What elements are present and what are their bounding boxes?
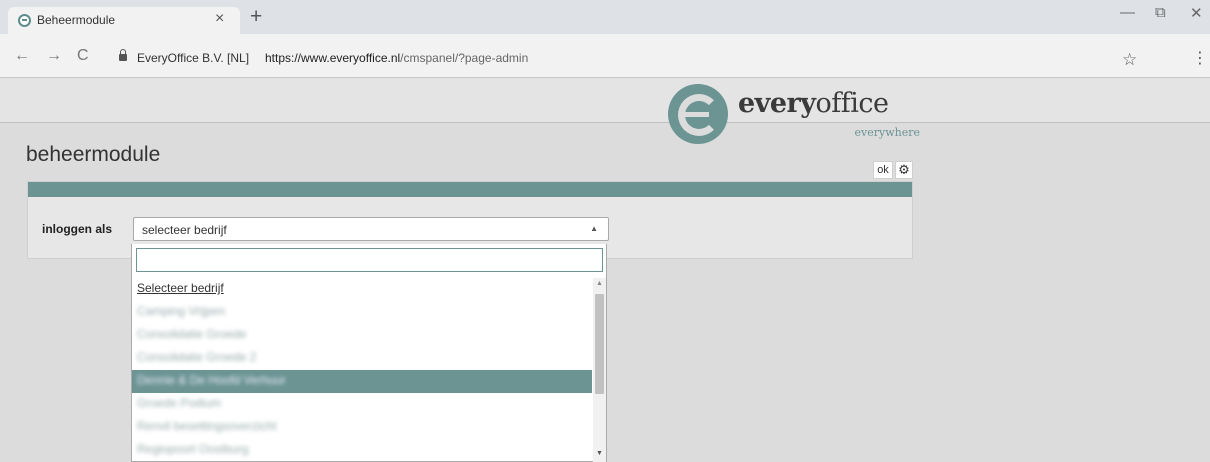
dropdown-option[interactable]: Dennie & De Hoofd Verhuur [132,370,592,393]
bookmark-star-icon[interactable]: ☆ [1122,50,1137,70]
company-select-value: selecteer bedrijf [142,223,227,237]
logo-tagline: everywhere [854,126,920,139]
gear-icon[interactable]: ⚙ [895,161,913,179]
dropdown-search-input[interactable] [136,248,603,272]
panel-header-bar [28,182,912,197]
tab-close-icon[interactable]: × [215,10,224,28]
browser-menu-icon[interactable]: ⋮ [1192,48,1208,68]
dropdown-option[interactable]: Renvil besettingsoverzicht [132,416,592,439]
dropdown-scrollbar[interactable]: ▲ ▼ [593,278,606,462]
scrollbar-thumb[interactable] [595,294,604,394]
dropdown-option-label: Consolidatie Groede [137,327,247,341]
logo-word-light: office [815,88,889,119]
site-identity: EveryOffice B.V. [NL] [137,51,250,65]
minimize-icon[interactable]: — [1120,4,1135,21]
url-text: https://www.everyoffice.nl/cmspanel/?pag… [265,51,528,65]
address-bar[interactable]: EveryOffice B.V. [NL] https://www.everyo… [105,44,1155,74]
url-path: /cmspanel/?page-admin [400,51,529,65]
page-title: beheermodule [26,143,161,166]
dropdown-option[interactable]: Regiopoort Oostburg [132,439,592,462]
forward-icon[interactable]: → [46,48,62,64]
dropdown-option-label: Groede Podium [137,396,222,410]
dropdown-option-label: Consolidatie Groede 2 [137,350,257,364]
page: everyoffice everywhere beheermodule ok ⚙… [0,78,1210,462]
close-window-icon[interactable]: ✕ [1190,4,1203,22]
dropdown-option-label: Selecteer bedrijf [137,281,224,295]
company-select[interactable]: selecteer bedrijf ▲ [133,217,609,241]
scroll-up-icon[interactable]: ▲ [596,280,603,287]
logo-wordmark: everyoffice [738,88,889,119]
lock-icon [119,49,127,61]
new-tab-button[interactable]: + [250,5,262,29]
dropdown-option-label: Regiopoort Oostburg [137,442,249,456]
restore-icon[interactable]: ⧉ [1155,4,1166,21]
browser-toolbar: ← → C EveryOffice B.V. [NL] https://www.… [0,34,1210,78]
dropdown-option[interactable]: Camping Vrijpen [132,301,592,324]
dropdown-option[interactable]: Consolidatie Groede [132,324,592,347]
dropdown-option-label: Renvil besettingsoverzicht [137,419,277,433]
login-as-label: inloggen als [42,222,113,236]
dropdown-option[interactable]: Consolidatie Groede 2 [132,347,592,370]
dropdown-option[interactable]: Selecteer bedrijf [132,278,592,301]
url-host: https://www.everyoffice.nl [265,51,401,65]
dropdown-list: Selecteer bedrijf Camping Vrijpen Consolid… [132,278,592,462]
tab-strip: Beheermodule × + — ⧉ ✕ [0,0,1210,34]
everyoffice-logo: everyoffice everywhere [668,84,928,154]
browser-tab[interactable]: Beheermodule × [8,7,240,34]
scroll-down-icon[interactable]: ▼ [596,450,603,457]
logo-e-icon [668,84,728,144]
dropdown-option-label: Camping Vrijpen [137,304,226,318]
caret-up-icon: ▲ [590,224,598,233]
back-icon[interactable]: ← [14,48,30,64]
ok-button[interactable]: ok [873,161,893,179]
reload-icon[interactable]: C [77,48,89,64]
dropdown-option-label: Dennie & De Hoofd Verhuur [137,373,286,387]
page-header [0,78,1210,123]
logo-word-bold: every [738,88,816,119]
dropdown-option[interactable]: Groede Podium [132,393,592,416]
company-dropdown: Selecteer bedrijf Camping Vrijpen Consolid… [131,244,607,462]
everyoffice-favicon-icon [18,14,31,27]
tab-title: Beheermodule [37,13,116,27]
